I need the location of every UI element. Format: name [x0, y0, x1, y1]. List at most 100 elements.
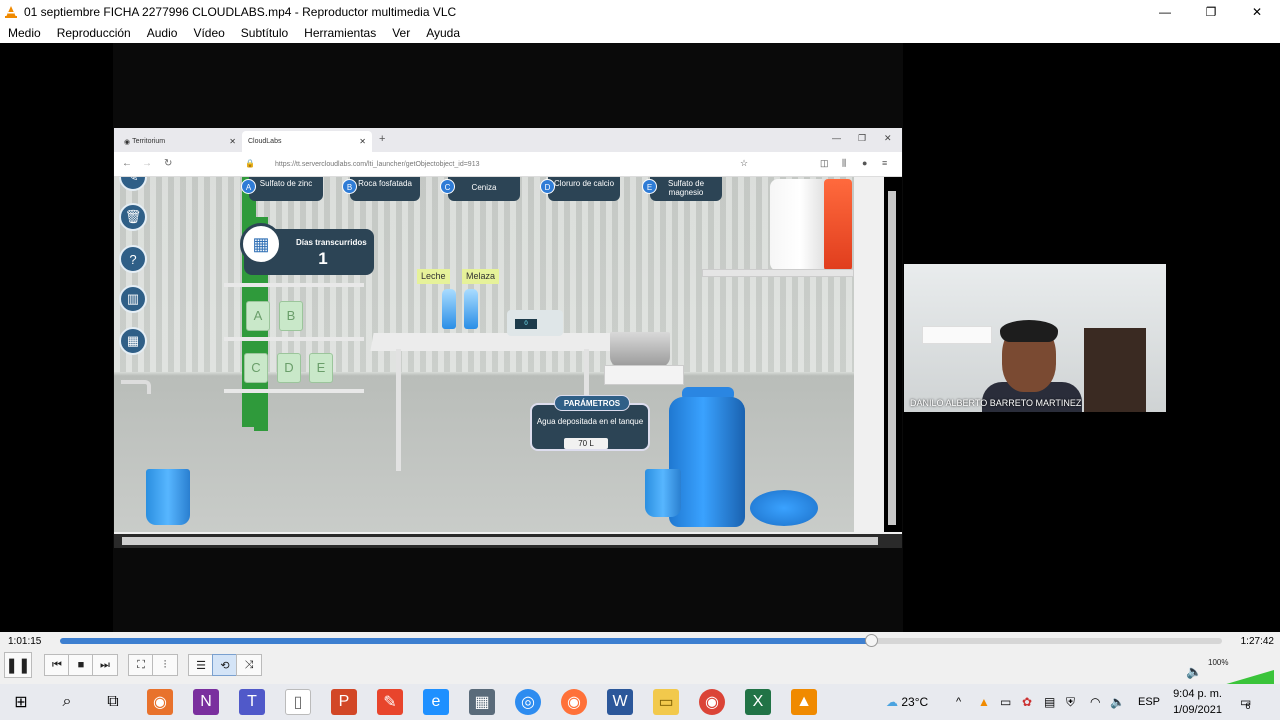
browser-url-text: https://tt.servercloudlabs.com/lti_launc… — [275, 161, 480, 168]
loop-button[interactable]: ⟲ — [212, 654, 238, 676]
pdf-reader-icon[interactable]: ✎ — [377, 689, 403, 715]
browser-minimize-icon: — — [832, 133, 841, 143]
hamburger-menu-icon: ≡ — [882, 158, 888, 168]
tab-favicon-icon: ◉ — [124, 138, 133, 146]
browser-navbar: ← → ↻ 🔒 https://tt.servercloudlabs.com/l… — [114, 152, 902, 177]
teams-icon[interactable]: T — [239, 689, 265, 715]
menu-audio[interactable]: Audio — [139, 26, 186, 40]
presenter-hair — [1000, 320, 1058, 342]
forward-arrow-icon: → — [142, 158, 152, 169]
vlc-taskbar-icon[interactable]: ▲ — [791, 689, 817, 715]
maximize-button[interactable]: ❐ — [1188, 0, 1234, 23]
menu-subtitulo[interactable]: Subtítulo — [233, 26, 296, 40]
electric-stove — [604, 365, 684, 385]
speaker-icon[interactable]: 🔈 — [1186, 664, 1202, 680]
background-door — [1084, 328, 1146, 412]
menu-reproduccion[interactable]: Reproducción — [49, 26, 139, 40]
firefox-icon[interactable]: ◉ — [561, 689, 587, 715]
minimize-button[interactable]: — — [1142, 0, 1188, 23]
task-view-icon[interactable]: ⧉ — [100, 689, 126, 715]
playlist-button[interactable]: ☰ — [188, 654, 214, 676]
reagent-letter: D — [540, 179, 555, 194]
lock-icon: 🔒 — [245, 159, 255, 168]
presenter-name: DANILO ALBERTO BARRETO MARTINEZ — [910, 398, 1082, 408]
milk-bottle — [442, 289, 456, 329]
menu-herramientas[interactable]: Herramientas — [296, 26, 384, 40]
scale-display: 0 — [515, 319, 537, 329]
seek-bar[interactable] — [60, 634, 1222, 647]
white-jug — [770, 179, 830, 271]
account-icon: ● — [862, 158, 868, 168]
volume-percent: 100% — [1208, 658, 1229, 667]
onenote-icon[interactable]: N — [193, 689, 219, 715]
tab-close-icon: ✕ — [359, 137, 366, 146]
app-orange-icon[interactable]: ◉ — [147, 689, 173, 715]
pause-button[interactable]: ❚❚ — [4, 652, 32, 678]
days-elapsed-label: Días transcurridos — [296, 238, 367, 247]
reagent-tab-e: E Sulfato de magnesio — [642, 177, 722, 201]
calendar-icon: ▦ — [240, 223, 282, 265]
shuffle-button[interactable]: ⤨ — [236, 654, 262, 676]
faucet-icon — [121, 380, 151, 394]
pocket-icon: ◫ — [820, 158, 829, 168]
language-indicator[interactable]: ESP — [1138, 684, 1160, 720]
window-title: 01 septiembre FICHA 2277996 CLOUDLABS.mp… — [24, 4, 457, 19]
excel-icon[interactable]: X — [745, 689, 771, 715]
stop-button[interactable]: ■ — [68, 654, 94, 676]
tray-vlc-icon[interactable]: ▲ — [978, 684, 990, 720]
notification-count: 6 — [1245, 701, 1251, 711]
next-button[interactable]: ⏭ — [92, 654, 118, 676]
sign-leche: Leche — [417, 269, 450, 284]
browser-tabstrip: ◉ Territorium ✕ CloudLabs ✕ + — ❐ ✕ — [114, 128, 902, 152]
player-controls: 1:01:15 1:27:42 ❚❚ ⏮ ■ ⏭ ⛶ ⫶ ☰ ⟲ ⤨ 🔈 100… — [0, 632, 1280, 690]
wifi-icon[interactable]: ◠ — [1090, 684, 1100, 720]
jar-e: E — [309, 353, 333, 383]
menu-ayuda[interactable]: Ayuda — [418, 26, 468, 40]
chrome-icon[interactable]: ◉ — [699, 689, 725, 715]
menu-ver[interactable]: Ver — [384, 26, 418, 40]
fullscreen-button[interactable]: ⛶ — [128, 654, 154, 676]
jar-c: C — [244, 353, 268, 383]
reload-icon: ↻ — [164, 158, 173, 169]
window-titlebar: 01 septiembre FICHA 2277996 CLOUDLABS.mp… — [0, 0, 1280, 23]
internet-explorer-icon[interactable]: e — [423, 689, 449, 715]
days-elapsed-value: 1 — [318, 249, 328, 268]
browser-close-icon: ✕ — [884, 133, 892, 143]
reagent-letter: E — [642, 179, 657, 194]
parameters-title: PARÁMETROS — [554, 395, 630, 411]
shelf — [224, 389, 364, 393]
security-shield-icon[interactable]: ⛨ — [1066, 684, 1075, 720]
reagent-label: Ceniza — [471, 183, 497, 192]
system-clock[interactable]: 9:04 p. m. 1/09/2021 — [1173, 686, 1222, 718]
parameters-panel: PARÁMETROS Agua depositada en el tanque … — [530, 395, 650, 451]
seek-bar-handle[interactable] — [865, 634, 879, 647]
notifications-icon[interactable]: ▭ 6 — [1240, 684, 1251, 720]
browser-tab-label: CloudLabs — [248, 138, 282, 145]
tray-settings-icon[interactable]: ▤ — [1044, 684, 1055, 720]
captured-browser: ◉ Territorium ✕ CloudLabs ✕ + — ❐ ✕ ← → … — [114, 128, 902, 548]
powerpoint-icon[interactable]: P — [331, 689, 357, 715]
menu-video[interactable]: Vídeo — [185, 26, 232, 40]
book-icon: ▥ — [119, 285, 147, 313]
extended-settings-button[interactable]: ⫶ — [152, 654, 178, 676]
calculator-app-icon[interactable]: ▦ — [469, 689, 495, 715]
total-time: 1:27:42 — [1240, 636, 1274, 647]
menu-medio[interactable]: Medio — [0, 26, 49, 40]
search-icon[interactable]: ⌕ — [54, 689, 80, 715]
document-icon[interactable]: ▯ — [285, 689, 311, 715]
word-icon[interactable]: W — [607, 689, 633, 715]
volume-tray-icon[interactable]: 🔈 — [1110, 684, 1125, 720]
previous-button[interactable]: ⏮ — [44, 654, 70, 676]
battery-icon[interactable]: ▭ — [1000, 684, 1011, 720]
close-button[interactable]: ✕ — [1234, 0, 1280, 23]
windows-taskbar: ⊞ ⌕ ⧉ ◉ N T ▯ P ✎ e ▦ ◎ ◉ W ▭ ◉ X ▲ ☁ 23… — [0, 684, 1280, 720]
back-arrow-icon: ← — [122, 158, 132, 169]
media-app-icon[interactable]: ◎ — [515, 689, 541, 715]
file-explorer-icon[interactable]: ▭ — [653, 689, 679, 715]
reagent-label: Roca fosfatada — [358, 179, 412, 188]
tray-chevron-icon[interactable]: ^ — [956, 684, 961, 720]
weather-widget[interactable]: ☁ 23°C — [886, 684, 928, 720]
tray-app-icon[interactable]: ✿ — [1022, 684, 1032, 720]
windows-start-icon[interactable]: ⊞ — [8, 689, 34, 715]
library-icon: ⫼ — [842, 158, 847, 168]
